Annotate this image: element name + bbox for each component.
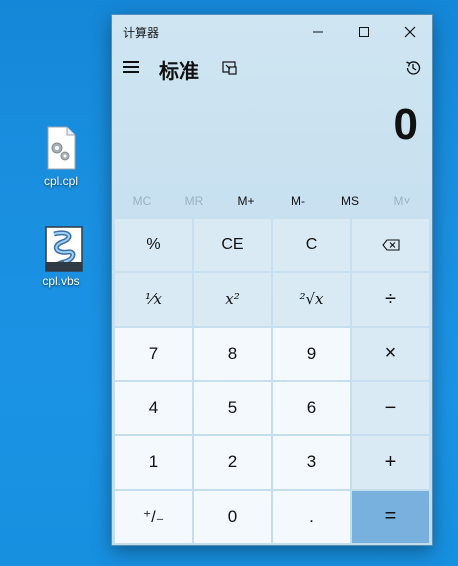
- reciprocal-button[interactable]: ¹⁄x: [115, 273, 192, 326]
- memory-recall-button: MR: [184, 194, 204, 208]
- subtract-button[interactable]: −: [352, 381, 429, 435]
- title-bar[interactable]: 计算器: [112, 15, 432, 48]
- keep-on-top-icon[interactable]: [222, 60, 238, 81]
- add-button[interactable]: +: [352, 436, 429, 489]
- minimize-button[interactable]: [295, 15, 341, 48]
- desktop-icon-cpl-vbs[interactable]: cpl.vbs: [26, 226, 96, 288]
- decimal-button[interactable]: .: [273, 490, 350, 543]
- close-icon: [404, 26, 416, 37]
- hamburger-icon[interactable]: [123, 61, 139, 73]
- digit-1-button[interactable]: 1: [115, 436, 192, 489]
- window-title: 计算器: [123, 26, 160, 40]
- maximize-button[interactable]: [341, 15, 387, 48]
- calculator-header: 标准: [112, 48, 432, 88]
- digit-7-button[interactable]: 7: [115, 327, 192, 380]
- memory-subtract-button[interactable]: M-: [272, 194, 324, 208]
- close-button[interactable]: [387, 15, 433, 48]
- memory-list-button: M˅: [393, 194, 411, 208]
- negate-button[interactable]: ⁺/₋: [115, 490, 192, 543]
- percent-button[interactable]: %: [115, 219, 192, 272]
- memory-row: MC MR M+ M- MS M˅: [112, 186, 432, 216]
- keypad: % CE C ¹⁄x x² ²√x ÷ 7 8 9 × 4 5 6 − 1 2 …: [115, 219, 429, 543]
- memory-clear-button: MC: [132, 194, 152, 208]
- square-button[interactable]: x²: [194, 273, 271, 326]
- digit-5-button[interactable]: 5: [194, 381, 271, 435]
- digit-8-button[interactable]: 8: [194, 327, 271, 380]
- backspace-button[interactable]: [352, 219, 429, 272]
- history-icon[interactable]: [404, 59, 422, 82]
- result-display: 0: [112, 88, 432, 186]
- settings-file-icon: [44, 126, 78, 170]
- desktop-icon-label: cpl.cpl: [43, 174, 78, 188]
- digit-3-button[interactable]: 3: [273, 436, 350, 489]
- memory-store-button[interactable]: MS: [324, 194, 376, 208]
- equals-button[interactable]: =: [352, 490, 429, 543]
- desktop-icon-label: cpl.vbs: [42, 274, 80, 288]
- divide-button[interactable]: ÷: [352, 273, 429, 326]
- digit-4-button[interactable]: 4: [115, 381, 192, 435]
- maximize-icon: [359, 26, 369, 37]
- mode-title: 标准: [159, 61, 199, 83]
- square-root-button[interactable]: ²√x: [273, 273, 350, 326]
- desktop-icon-cpl-cpl[interactable]: cpl.cpl: [26, 126, 96, 188]
- digit-0-button[interactable]: 0: [194, 490, 271, 543]
- multiply-button[interactable]: ×: [352, 327, 429, 380]
- vbs-script-icon: [44, 226, 83, 272]
- minimize-icon: [313, 31, 323, 32]
- backspace-icon: [381, 239, 400, 251]
- calculator-window: 计算器 标准 0 MC MR M+ M- MS M˅ % CE C ¹⁄x x²…: [111, 14, 433, 546]
- digit-9-button[interactable]: 9: [273, 327, 350, 380]
- digit-2-button[interactable]: 2: [194, 436, 271, 489]
- display-value: 0: [393, 100, 418, 149]
- clear-button[interactable]: C: [273, 219, 350, 272]
- clear-entry-button[interactable]: CE: [194, 219, 271, 272]
- memory-add-button[interactable]: M+: [220, 194, 272, 208]
- digit-6-button[interactable]: 6: [273, 381, 350, 435]
